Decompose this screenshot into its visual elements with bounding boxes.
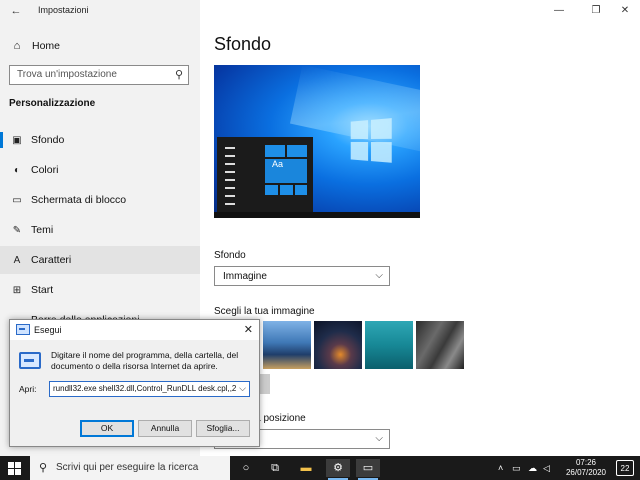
minimize-button[interactable]: — xyxy=(544,2,574,20)
run-dialog-title: Esegui xyxy=(34,325,62,335)
sidebar-item-caratteri[interactable]: A Caratteri xyxy=(0,246,200,274)
task-view-icon[interactable]: ⧉ xyxy=(263,459,287,477)
taskbar-search-placeholder: Scrivi qui per eseguire la ricerca xyxy=(56,462,199,473)
sidebar-item-label: Caratteri xyxy=(31,254,72,266)
open-command-input[interactable]: rundll32.exe shell32.dll,Control_RunDLL … xyxy=(49,381,250,397)
background-label: Sfondo xyxy=(214,250,246,261)
choose-image-label: Scegli la tua immagine xyxy=(214,306,315,317)
wallpaper-thumbnail-3[interactable] xyxy=(365,321,413,369)
run-program-icon xyxy=(19,352,41,369)
font-icon: A xyxy=(13,254,21,266)
picture-icon: ▣ xyxy=(12,134,22,146)
desktop-preview: Aa xyxy=(214,65,420,218)
section-title: Personalizzazione xyxy=(9,98,96,109)
volume-icon[interactable]: ◁ xyxy=(543,461,550,475)
preview-taskbar xyxy=(214,212,420,218)
sidebar-item-label: Temi xyxy=(31,224,54,236)
background-type-dropdown[interactable]: Immagine ⌵ xyxy=(214,266,390,286)
sidebar-item-label: Colori xyxy=(31,164,59,176)
background-type-value: Immagine xyxy=(223,271,267,282)
clock-time: 07:26 xyxy=(575,458,597,467)
search-icon: ⚲ xyxy=(39,462,48,474)
notification-badge-icon[interactable]: ☁ xyxy=(528,461,537,475)
start-icon: ⊞ xyxy=(12,284,22,296)
run-description: Digitare il nome del programma, della ca… xyxy=(51,350,239,371)
wallpaper-thumbnail-1[interactable] xyxy=(263,321,311,369)
arrow-left-icon[interactable]: ← xyxy=(8,3,24,19)
run-dialog-title-bar: Esegui ✕ xyxy=(10,320,259,340)
sidebar-item-schermata-di-blocco[interactable]: ▭ Schermata di blocco xyxy=(0,186,200,214)
chevron-up-icon[interactable]: ˄ xyxy=(498,461,503,475)
file-explorer-icon[interactable]: ▬ xyxy=(294,459,318,477)
sidebar-item-sfondo[interactable]: ▣ Sfondo xyxy=(0,126,200,154)
home-icon: ⌂ xyxy=(13,40,21,52)
title-bar: ← Impostazioni — ❐ ✕ xyxy=(0,0,640,22)
chevron-down-icon: ⌵ xyxy=(375,433,383,444)
sidebar-item-temi[interactable]: ✎ Temi xyxy=(0,216,200,244)
wallpaper-thumbnail-4[interactable] xyxy=(416,321,464,369)
sidebar-item-home[interactable]: ⌂ Home xyxy=(10,38,60,54)
search-icon[interactable]: ⚲ xyxy=(175,68,183,81)
close-button[interactable]: ✕ xyxy=(610,2,640,20)
sidebar-item-label: Schermata di blocco xyxy=(31,194,127,206)
taskbar: ⚲ Scrivi qui per eseguire la ricerca ○ ⧉… xyxy=(0,456,640,480)
sidebar-item-label: Sfondo xyxy=(31,134,65,146)
open-label: Apri: xyxy=(19,384,37,394)
sidebar-item-colori[interactable]: ◐ Colori xyxy=(0,156,200,184)
action-center-icon[interactable]: 22 xyxy=(616,460,634,476)
brush-icon: ✎ xyxy=(12,224,22,236)
browse-dialog-button[interactable]: Sfoglia... xyxy=(196,420,250,437)
settings-gear-icon[interactable]: ⚙ xyxy=(326,459,350,480)
start-button[interactable] xyxy=(8,462,21,475)
page-title: Sfondo xyxy=(214,34,272,54)
home-label: Home xyxy=(32,40,61,52)
windows-logo-wallpaper xyxy=(350,118,393,164)
sidebar-item-label: Start xyxy=(31,284,54,296)
run-dialog: Esegui ✕ Digitare il nome del programma,… xyxy=(9,319,260,447)
taskbar-search-box[interactable]: ⚲ Scrivi qui per eseguire la ricerca xyxy=(30,456,230,480)
cortana-icon[interactable]: ○ xyxy=(234,459,258,477)
settings-search-input[interactable]: Trova un'impostazione ⚲ xyxy=(9,65,189,85)
network-icon[interactable]: ▭ xyxy=(512,461,521,475)
run-icon xyxy=(16,324,30,335)
run-taskbar-icon[interactable]: ▭ xyxy=(356,459,380,480)
wallpaper-thumbnail-2[interactable] xyxy=(314,321,362,369)
search-placeholder: Trova un'impostazione xyxy=(17,69,117,80)
sidebar-item-start[interactable]: ⊞ Start xyxy=(0,276,200,304)
cancel-button[interactable]: Annulla xyxy=(138,420,192,437)
palette-icon: ◐ xyxy=(13,164,21,176)
maximize-button[interactable]: ❐ xyxy=(581,2,611,20)
clock[interactable]: 07:26 26/07/2020 xyxy=(562,458,610,478)
lock-screen-icon: ▭ xyxy=(12,194,22,206)
window-title: Impostazioni xyxy=(38,5,89,15)
close-icon[interactable]: ✕ xyxy=(244,323,253,336)
chevron-down-icon: ⌵ xyxy=(375,270,383,281)
preview-start-menu xyxy=(217,137,313,215)
chevron-down-icon[interactable]: ⌵ xyxy=(239,383,246,394)
clock-date: 26/07/2020 xyxy=(565,468,607,477)
ok-button[interactable]: OK xyxy=(80,420,134,437)
command-value: rundll32.exe shell32.dll,Control_RunDLL … xyxy=(53,384,237,393)
preview-tile-text: Aa xyxy=(272,159,284,169)
